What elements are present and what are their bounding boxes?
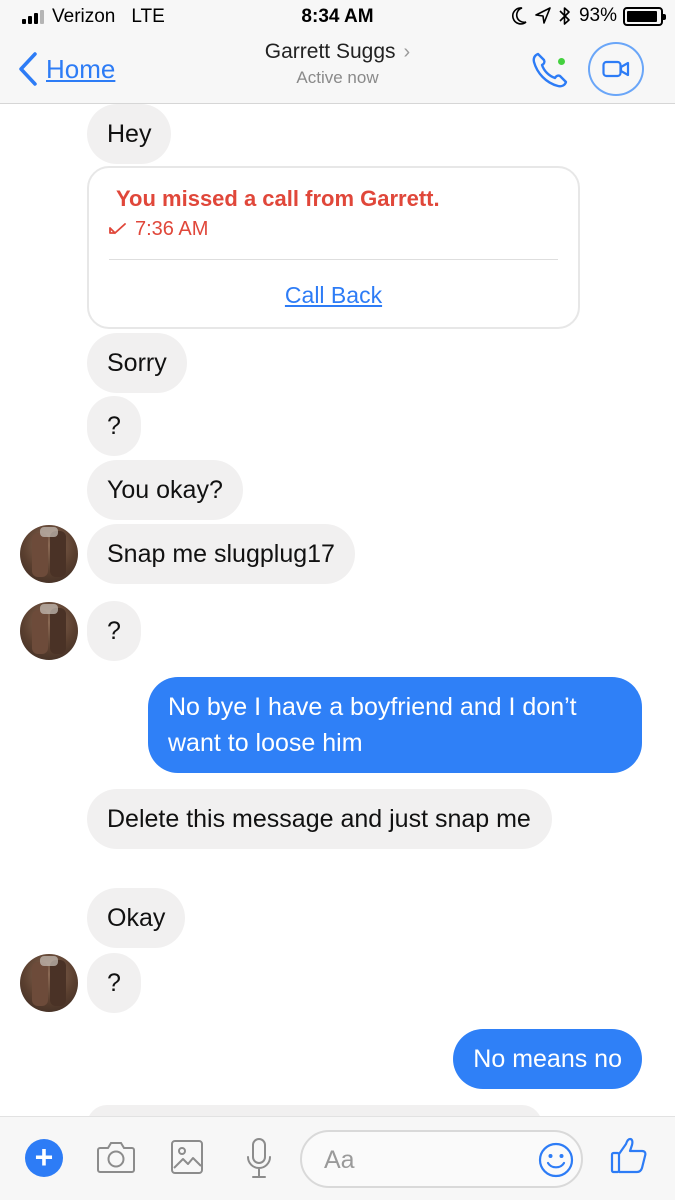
like-button[interactable] (609, 1137, 649, 1180)
message-bubble-incoming[interactable]: Delete this message and just snap me (87, 789, 552, 849)
message-bubble-incoming[interactable]: ? (87, 396, 141, 456)
message-bubble-incoming[interactable]: ? (87, 953, 141, 1013)
location-icon (535, 7, 551, 24)
message-input[interactable] (324, 1144, 524, 1176)
camera-button[interactable] (96, 1139, 136, 1180)
chevron-right-icon: › (403, 40, 411, 63)
contact-title: Garrett Suggs › (265, 40, 410, 64)
message-input-box[interactable] (300, 1130, 583, 1188)
missed-call-time-label: 7:36 AM (135, 218, 209, 240)
missed-call-title: You missed a call from Garrett. (116, 186, 440, 211)
message-bubble-incoming[interactable]: Okay (87, 888, 186, 948)
missed-call-time: 7:36 AM (109, 218, 208, 241)
message-thread[interactable]: Hey You missed a call from Garrett. 7:36… (0, 104, 675, 1116)
missed-call-card: You missed a call from Garrett. 7:36 AM … (87, 166, 580, 329)
phone-icon (532, 52, 568, 88)
gallery-button[interactable] (170, 1139, 204, 1180)
contact-name: Garrett Suggs (264, 40, 396, 63)
voice-message-button[interactable] (245, 1137, 273, 1184)
avatar[interactable] (20, 525, 78, 583)
bluetooth-icon (559, 7, 570, 25)
image-icon (171, 1140, 203, 1174)
message-bubble-outgoing[interactable]: No bye I have a boyfriend and I don’t wa… (148, 677, 642, 773)
avatar[interactable] (20, 954, 78, 1012)
active-status-dot (556, 56, 567, 67)
message-bubble-incoming[interactable]: Hey (87, 104, 172, 164)
contact-status: Active now (296, 68, 379, 87)
call-back-link[interactable]: Call Back (89, 282, 578, 309)
divider (109, 259, 558, 260)
thumbs-up-icon (610, 1137, 647, 1174)
message-bubble-partial (87, 1105, 542, 1116)
voice-call-button[interactable] (528, 48, 572, 92)
missed-call-arrow-icon (109, 222, 126, 234)
message-bubble-incoming[interactable]: ? (87, 601, 141, 661)
message-bubble-incoming[interactable]: Snap me slugplug17 (87, 524, 355, 584)
message-composer: + (0, 1116, 675, 1200)
smiley-icon (538, 1142, 574, 1178)
moon-icon (511, 7, 527, 25)
message-bubble-incoming[interactable]: Sorry (87, 333, 187, 393)
more-options-button[interactable]: + (25, 1139, 63, 1177)
conversation-header: Home Garrett Suggs › Active now (0, 34, 675, 104)
microphone-icon (247, 1138, 271, 1178)
camera-icon (97, 1142, 135, 1173)
emoji-button[interactable] (538, 1142, 574, 1183)
video-call-button[interactable] (588, 42, 644, 96)
battery-icon (623, 6, 666, 26)
status-bar: Verizon LTE 8:34 AM 93% (0, 0, 675, 34)
battery-percent: 93% (578, 5, 617, 26)
status-right: 93% (511, 5, 666, 27)
message-bubble-outgoing[interactable]: No means no (453, 1029, 642, 1089)
video-camera-icon (602, 60, 630, 78)
message-bubble-incoming[interactable]: You okay? (87, 460, 243, 520)
contact-header[interactable]: Garrett Suggs › Active now (0, 40, 675, 88)
avatar[interactable] (20, 602, 78, 660)
